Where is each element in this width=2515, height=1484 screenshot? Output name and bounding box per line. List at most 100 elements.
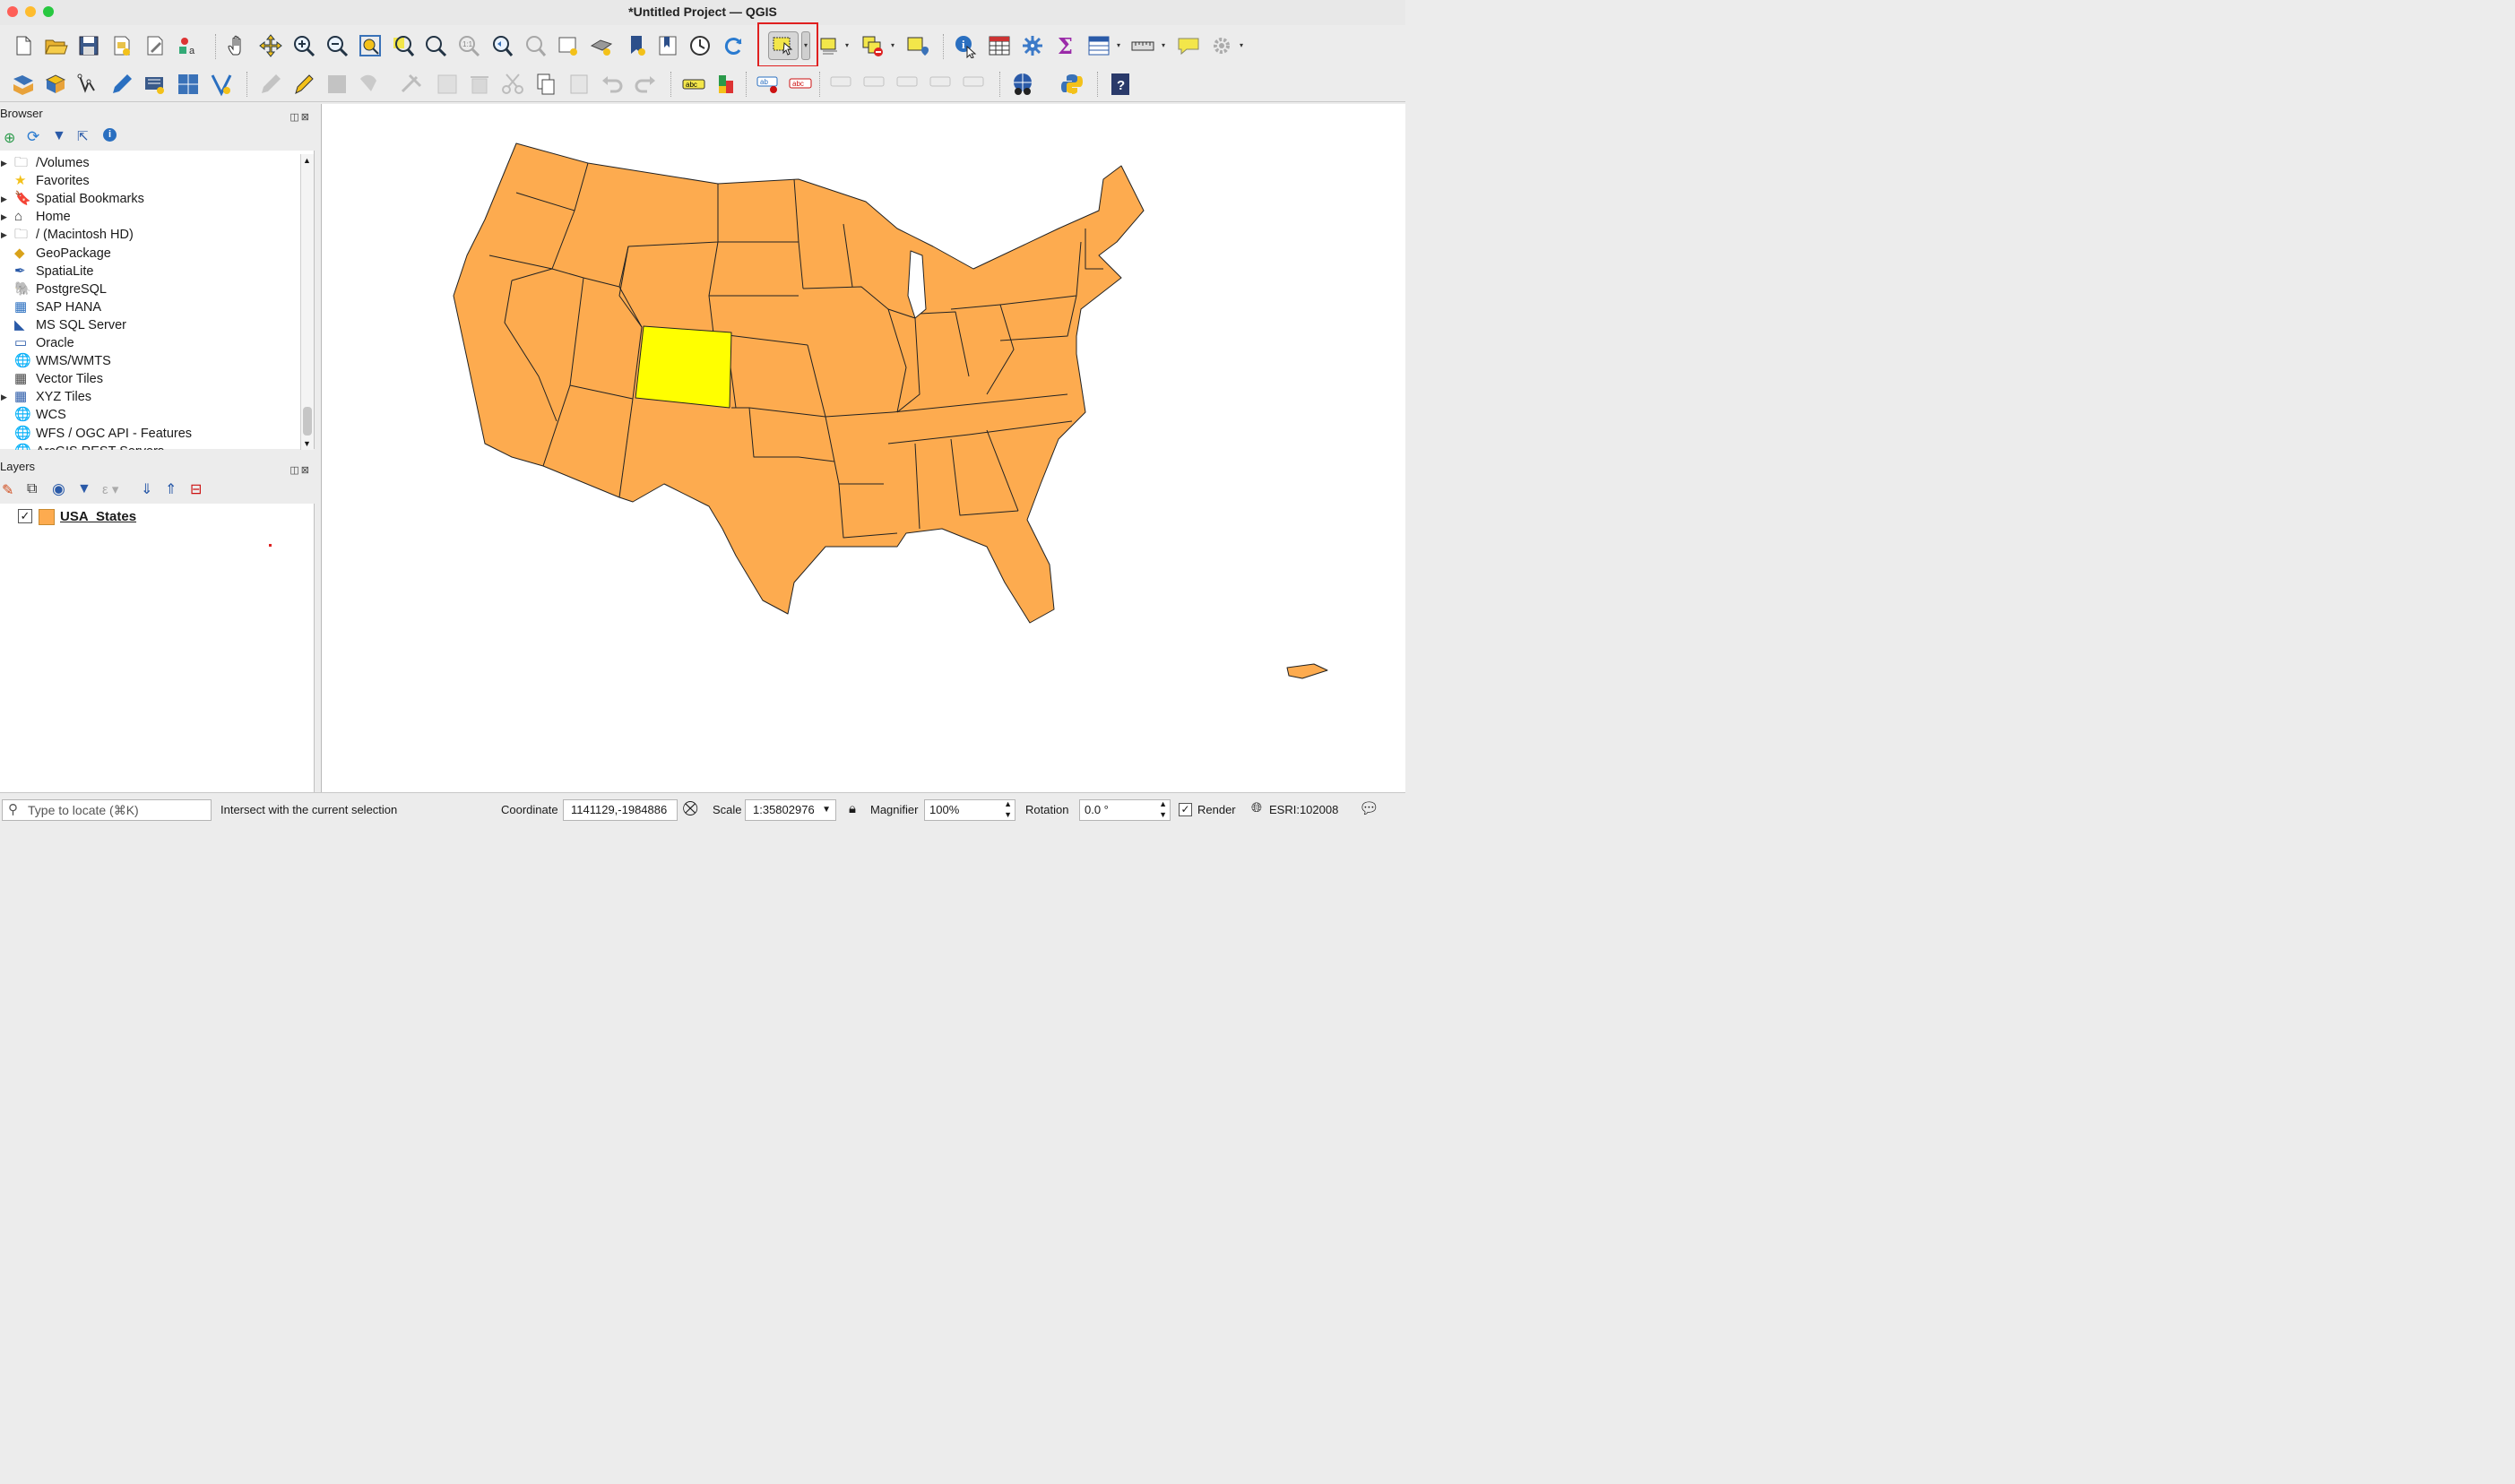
vertex-tool-icon[interactable] <box>209 72 234 97</box>
collapse-all-icon[interactable]: ⇱ <box>77 128 89 144</box>
add-group-icon[interactable]: ⧉ <box>27 481 37 497</box>
new-map-view-icon[interactable] <box>556 33 581 58</box>
close-window-button[interactable] <box>7 6 18 17</box>
coordinate-field[interactable]: 1141129,-1984886 <box>563 799 678 821</box>
zoom-next-icon[interactable] <box>523 33 548 58</box>
deselect-features-icon[interactable] <box>860 33 886 58</box>
browser-item[interactable]: ★ Favorites <box>0 172 300 190</box>
change-label-icon[interactable] <box>962 72 987 97</box>
toggle-extents-icon[interactable]: ⛒ <box>683 801 697 817</box>
lock-scale-icon[interactable]: 🔒︎ <box>849 801 856 816</box>
browser-item[interactable]: ▦ SAP HANA <box>0 298 300 316</box>
identify-features-icon[interactable]: i <box>953 33 978 58</box>
zoom-to-selection-icon[interactable] <box>391 33 416 58</box>
zoom-to-layer-icon[interactable] <box>423 33 448 58</box>
crs-globe-icon[interactable]: 🌐︎ <box>1251 800 1262 815</box>
maximize-window-button[interactable] <box>43 6 54 17</box>
current-edits-icon[interactable] <box>291 72 316 97</box>
label-icon[interactable]: abc <box>681 72 706 97</box>
expand-arrow-icon[interactable]: ▶ <box>1 208 7 226</box>
measure-dropdown[interactable]: ▾ <box>1162 42 1169 49</box>
magnifier-field[interactable]: 100% ▲ ▼ <box>924 799 1016 821</box>
rotation-field[interactable]: 0.0 ° ▲ ▼ <box>1079 799 1171 821</box>
collapse-all-layers-icon[interactable]: ⇑ <box>165 480 177 498</box>
field-calculator-dropdown[interactable]: ▾ <box>1117 42 1124 49</box>
messages-icon[interactable]: 💬︎ <box>1359 799 1379 818</box>
rotation-spinner[interactable]: ▲ ▼ <box>1159 798 1167 820</box>
temporal-controller-icon[interactable] <box>687 33 713 58</box>
globe-plugin-icon[interactable] <box>1010 72 1035 97</box>
new-project-icon[interactable] <box>11 33 36 58</box>
pan-icon[interactable] <box>225 33 250 58</box>
deselect-dropdown[interactable]: ▾ <box>891 42 898 49</box>
browser-item[interactable]: ▭ Oracle <box>0 334 300 352</box>
save-edits-icon[interactable] <box>143 72 168 97</box>
style-manager-icon[interactable] <box>143 33 168 58</box>
edit-pencil-icon[interactable] <box>109 72 134 97</box>
add-feature-icon[interactable] <box>358 72 383 97</box>
layer-styling-icon[interactable]: ✎ <box>2 481 13 499</box>
remove-layer-icon[interactable]: ⊟ <box>190 480 202 498</box>
browser-item[interactable]: 🌐 WFS / OGC API - Features <box>0 425 300 443</box>
vertex-edit-icon[interactable] <box>399 72 424 97</box>
rotate-label-icon[interactable] <box>929 72 954 97</box>
filter-browser-icon[interactable]: ▼ <box>52 128 66 144</box>
browser-item[interactable]: ▶ 🗀 / (Macintosh HD) <box>0 226 300 244</box>
measure-icon[interactable] <box>1130 33 1155 58</box>
paste-icon[interactable] <box>566 72 592 97</box>
select-by-location-icon[interactable] <box>905 33 930 58</box>
manage-visibility-icon[interactable]: ◉ <box>52 480 65 498</box>
new-print-layout-icon[interactable] <box>109 33 134 58</box>
pin-label-icon[interactable] <box>895 72 920 97</box>
modify-attributes-icon[interactable] <box>435 72 460 97</box>
open-project-icon[interactable] <box>43 33 68 58</box>
processing-toolbox-icon[interactable] <box>1020 33 1045 58</box>
browser-scrollbar[interactable]: ▲ ▼ <box>300 154 314 450</box>
zoom-in-icon[interactable] <box>291 33 316 58</box>
copy-icon[interactable] <box>533 72 558 97</box>
save-project-icon[interactable] <box>76 33 101 58</box>
pan-to-selection-icon[interactable] <box>258 33 283 58</box>
browser-item[interactable]: ◆ GeoPackage <box>0 245 300 263</box>
filter-expression-icon[interactable]: ε ▾ <box>102 481 118 497</box>
label-pin-icon[interactable]: ab <box>756 72 781 97</box>
expand-arrow-icon[interactable]: ▶ <box>1 388 7 406</box>
browser-item[interactable]: ▶ 🔖 Spatial Bookmarks <box>0 190 300 208</box>
add-selected-layers-icon[interactable]: ⊕ <box>4 129 15 147</box>
layer-name-usa-states[interactable]: USA_States <box>60 509 136 524</box>
refresh-browser-icon[interactable]: ⟳ <box>27 128 39 146</box>
filter-legend-icon[interactable]: ▼ <box>77 481 91 497</box>
digitize-icon[interactable] <box>176 72 201 97</box>
help-icon[interactable]: ? <box>1108 72 1133 97</box>
usa-states-map[interactable] <box>322 104 1405 792</box>
select-by-value-dropdown[interactable]: ▾ <box>845 42 852 49</box>
settings-gear-icon[interactable] <box>1209 33 1234 58</box>
undo-icon[interactable] <box>600 72 625 97</box>
redo-icon[interactable] <box>633 72 658 97</box>
add-vector-layer-icon[interactable] <box>11 72 36 97</box>
zoom-full-icon[interactable] <box>358 33 383 58</box>
label-highlight-icon[interactable]: abc <box>788 72 813 97</box>
field-calculator-icon[interactable] <box>1086 33 1111 58</box>
new-3d-view-icon[interactable] <box>589 33 614 58</box>
browser-item[interactable]: ▦ Vector Tiles <box>0 370 300 388</box>
layer-visibility-checkbox[interactable]: ✓ <box>18 509 32 523</box>
select-by-value-icon[interactable] <box>817 33 843 58</box>
save-layer-edits-icon[interactable] <box>324 72 350 97</box>
map-tips-icon[interactable] <box>1176 33 1201 58</box>
browser-item[interactable]: ▶ 🗀 /Volumes <box>0 154 300 172</box>
show-hide-label-icon[interactable] <box>862 72 887 97</box>
add-raster-layer-icon[interactable] <box>43 72 68 97</box>
attribute-table-icon[interactable] <box>987 33 1012 58</box>
browser-item[interactable]: ◣ MS SQL Server <box>0 316 300 334</box>
diagram-icon[interactable] <box>715 72 740 97</box>
render-checkbox[interactable]: ✓ <box>1179 803 1192 816</box>
statistics-icon[interactable]: Σ <box>1053 33 1078 58</box>
locate-search-field[interactable]: ⚲ Type to locate (⌘K) <box>2 799 212 821</box>
python-icon[interactable] <box>1059 72 1085 97</box>
magnifier-spinner[interactable]: ▲ ▼ <box>1004 798 1012 820</box>
move-label-icon[interactable] <box>829 72 854 97</box>
expand-arrow-icon[interactable]: ▶ <box>1 154 7 172</box>
scale-dropdown-icon[interactable]: ▼ <box>822 800 831 820</box>
settings-dropdown[interactable]: ▾ <box>1240 42 1247 49</box>
